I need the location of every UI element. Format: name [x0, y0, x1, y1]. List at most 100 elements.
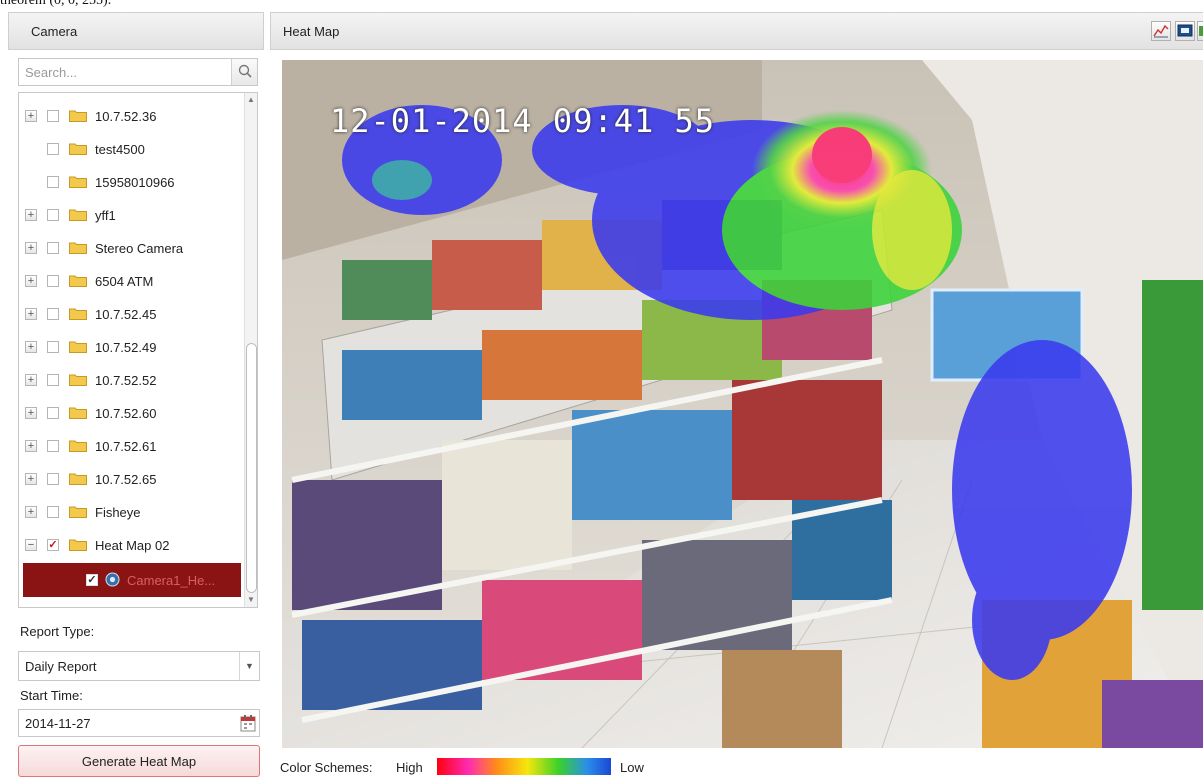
folder-icon	[69, 473, 87, 485]
folder-icon	[69, 275, 87, 287]
tree-checkbox[interactable]	[47, 440, 59, 452]
export-icon	[1199, 26, 1203, 36]
start-time-value: 2014-11-27	[25, 716, 91, 731]
folder-icon	[69, 209, 87, 221]
tree-item[interactable]: − ✓ Heat Map 02	[19, 528, 245, 562]
color-scale-bar	[437, 758, 611, 775]
folder-icon	[69, 407, 87, 419]
generate-heat-map-button[interactable]: Generate Heat Map	[18, 745, 260, 777]
tree-item-label: 10.7.52.52	[95, 373, 157, 388]
tree-checkbox[interactable]	[47, 110, 59, 122]
tree-checkbox[interactable]	[47, 374, 59, 386]
report-type-value: Daily Report	[25, 659, 97, 674]
video-timestamp: 12-01-2014 09:41 55	[330, 102, 716, 140]
tree-item[interactable]: +10.7.52.36	[19, 99, 245, 133]
tree-scrollbar[interactable]: ▲ ▼	[244, 93, 257, 607]
camera-tree: +10.7.52.36 test4500 15958010966 + yff1 + Ster…	[18, 92, 258, 608]
calendar-icon[interactable]	[240, 714, 256, 732]
legend-high-label: High	[396, 760, 423, 775]
tree-item-label: 15958010966	[95, 175, 175, 190]
chevron-down-icon[interactable]: ▼	[239, 652, 259, 680]
camera-panel-title: Camera	[31, 24, 78, 39]
display-icon	[1177, 24, 1193, 37]
tree-item-label: 10.7.52.65	[95, 472, 157, 487]
tree-checkbox[interactable]	[47, 473, 59, 485]
tree-item-label: Heat Map 02	[95, 538, 170, 553]
search-input[interactable]	[19, 59, 231, 85]
expand-icon[interactable]: +	[25, 110, 37, 122]
heat-map-title: Heat Map	[283, 24, 340, 39]
tree-item[interactable]: + Fisheye	[19, 495, 245, 529]
folder-icon	[69, 440, 87, 452]
chart-button[interactable]	[1151, 21, 1171, 41]
tree-item[interactable]: +10.7.52.61	[19, 429, 245, 463]
camera-panel: Camera +10.7.52.36 test4500 15958010966 + yf…	[8, 12, 264, 782]
expand-icon[interactable]: +	[25, 242, 37, 254]
folder-icon	[69, 308, 87, 320]
tree-item[interactable]: +10.7.52.52	[19, 363, 245, 397]
tree-item-label: 10.7.52.60	[95, 406, 157, 421]
search-button[interactable]	[231, 59, 257, 85]
tree-item[interactable]: + yff1	[19, 198, 245, 232]
tree-item[interactable]: +10.7.52.49	[19, 330, 245, 364]
folder-icon	[69, 374, 87, 386]
tree-item[interactable]: +10.7.52.45	[19, 297, 245, 331]
folder-icon	[69, 242, 87, 254]
start-time-label: Start Time:	[20, 688, 83, 703]
expand-icon[interactable]: +	[25, 440, 37, 452]
report-type-label: Report Type:	[20, 624, 95, 639]
tree-checkbox[interactable]	[47, 242, 59, 254]
expand-icon[interactable]: +	[25, 407, 37, 419]
tree-checkbox[interactable]	[47, 308, 59, 320]
tree-item[interactable]: 15958010966	[19, 165, 245, 199]
expand-icon[interactable]: +	[25, 341, 37, 353]
camera1-checkbox[interactable]: ✓	[86, 574, 98, 586]
tree-item-label: 10.7.52.49	[95, 340, 157, 355]
tree-item-label: test4500	[95, 142, 145, 157]
heat-map-image	[282, 60, 1203, 748]
tree-item-label: 10.7.52.36	[95, 109, 157, 124]
start-time-field[interactable]: 2014-11-27	[18, 709, 260, 737]
tree-item-label: 6504 ATM	[95, 274, 154, 289]
camera-panel-header: Camera	[8, 12, 264, 50]
folder-icon	[69, 341, 87, 353]
heat-map-header: Heat Map	[270, 12, 1203, 50]
expand-icon[interactable]: +	[25, 506, 37, 518]
collapse-icon[interactable]: −	[25, 539, 37, 551]
report-type-select[interactable]: Daily Report ▼	[18, 651, 260, 681]
tree-checkbox[interactable]: ✓	[47, 539, 59, 551]
tree-checkbox[interactable]	[47, 275, 59, 287]
search-box	[18, 58, 258, 86]
expand-icon[interactable]: +	[25, 473, 37, 485]
expand-icon[interactable]: +	[25, 374, 37, 386]
tree-checkbox[interactable]	[47, 176, 59, 188]
tree-checkbox[interactable]	[47, 341, 59, 353]
tree-item[interactable]: +10.7.52.60	[19, 396, 245, 430]
tree-item[interactable]: +6504 ATM	[19, 264, 245, 298]
tree-item[interactable]: test4500	[19, 132, 245, 166]
scroll-up-icon[interactable]: ▲	[246, 95, 256, 105]
expand-icon[interactable]: +	[25, 275, 37, 287]
scroll-thumb[interactable]	[246, 343, 257, 593]
folder-icon	[69, 506, 87, 518]
expand-icon[interactable]: +	[25, 209, 37, 221]
display-button[interactable]	[1175, 21, 1195, 41]
folder-icon	[69, 143, 87, 155]
heat-map-panel: Heat Map 12-01-2014 09:41 55 Color Schem…	[270, 12, 1203, 782]
tree-checkbox[interactable]	[47, 506, 59, 518]
heat-map-video[interactable]: 12-01-2014 09:41 55	[282, 60, 1203, 748]
camera-icon	[105, 572, 120, 587]
search-icon	[238, 64, 252, 78]
export-button[interactable]	[1197, 21, 1203, 41]
tree-item[interactable]: +10.7.52.65	[19, 462, 245, 496]
tree-checkbox[interactable]	[47, 143, 59, 155]
tree-checkbox[interactable]	[47, 209, 59, 221]
tree-item-label: Fisheye	[95, 505, 141, 520]
expand-icon[interactable]: +	[25, 308, 37, 320]
scroll-down-icon[interactable]: ▼	[246, 595, 256, 605]
tree-item-label: Stereo Camera	[95, 241, 184, 256]
tree-checkbox[interactable]	[47, 407, 59, 419]
tree-item[interactable]: + Stereo Camera	[19, 231, 245, 265]
tree-item-label: Camera1_He...	[127, 573, 216, 588]
tree-item-camera1[interactable]: ✓ Camera1_He...	[23, 563, 241, 597]
